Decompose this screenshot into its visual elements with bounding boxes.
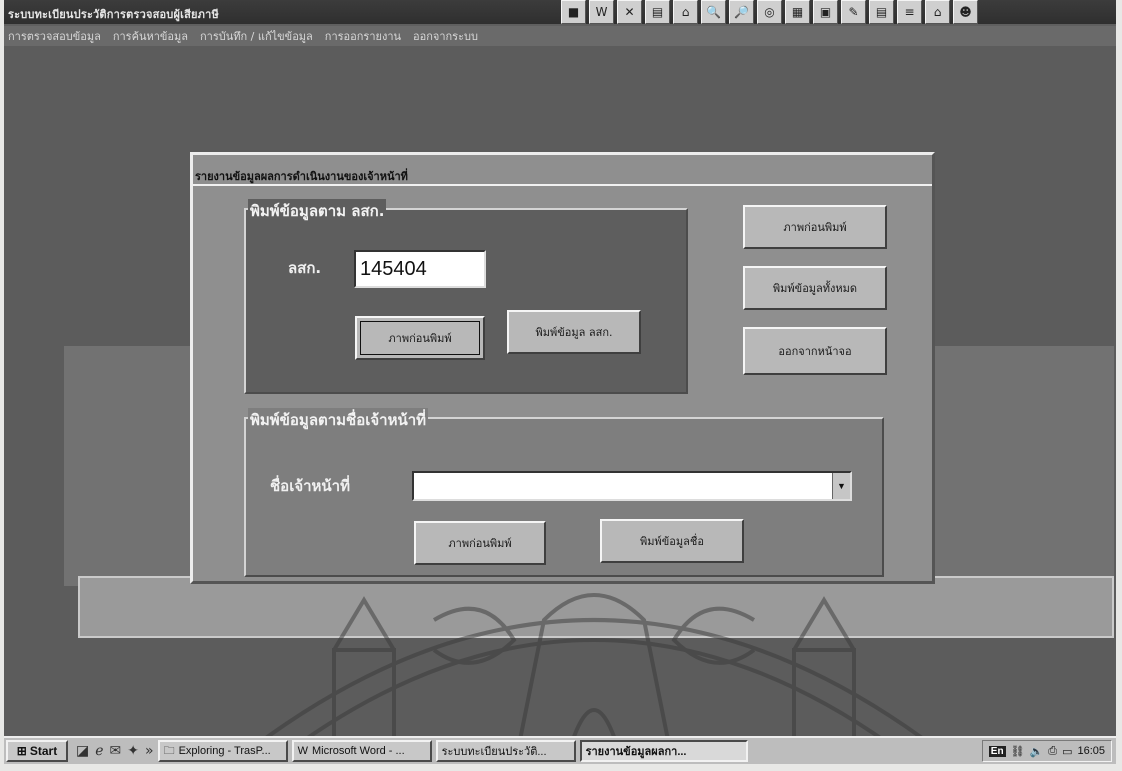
toolbar-report-icon[interactable]: ▣ [813, 0, 838, 24]
menu-item-exit[interactable]: ออกจากระบบ [413, 27, 478, 45]
toolbar-search-icon[interactable]: 🔍 [701, 0, 726, 24]
toolbar-form-icon[interactable]: ▤ [645, 0, 670, 24]
officer-preview-button[interactable]: ภาพก่อนพิมพ์ [414, 521, 546, 565]
toolbar-zoom-icon[interactable]: 🔎 [729, 0, 754, 24]
office-code-input[interactable]: 145404 [354, 250, 486, 288]
clock: 16:05 [1077, 745, 1105, 757]
group-officer-caption: พิมพ์ข้อมูลตามชื่อเจ้าหน้าที่ [248, 408, 429, 432]
group-print-by-officer: พิมพ์ข้อมูลตามชื่อเจ้าหน้าที่ ชื่อเจ้าหน… [244, 408, 884, 577]
menu-item-verify[interactable]: การตรวจสอบข้อมูล [8, 27, 101, 45]
tray-link-icon[interactable]: ⛓ [1011, 745, 1025, 758]
toolbar: ■ W ✕ ▤ ⌂ 🔍 🔎 ◎ ▦ ▣ ✎ ▤ ≡ ⌂ ☻ [561, 0, 978, 26]
toolbar-excel-icon[interactable]: ✕ [617, 0, 642, 24]
network-icon[interactable]: ▭ [1062, 745, 1072, 758]
dialog-title: รายงานข้อมูลผลการดำเนินงานของเจ้าหน้าที่ [195, 170, 408, 183]
toolbar-edit-icon[interactable]: ✎ [841, 0, 866, 24]
task-label: Exploring - TrasP... [178, 745, 271, 757]
system-tray: En ⛓ 🔈 ⎙ ▭ 16:05 [981, 740, 1112, 762]
volume-icon[interactable]: 🔈 [1030, 745, 1044, 758]
outlook-icon[interactable]: ✉ [110, 743, 122, 759]
menu-bar: การตรวจสอบข้อมูล การค้นหาข้อมูล การบันทึ… [4, 26, 1116, 46]
task-label: Microsoft Word - ... [311, 745, 405, 757]
show-desktop-icon[interactable]: ◪ [76, 743, 89, 759]
printer-icon[interactable]: ⎙ [1048, 745, 1057, 758]
office-preview-button[interactable]: ภาพก่อนพิมพ์ [355, 316, 485, 360]
menu-item-record[interactable]: การบันทึก / แก้ไขข้อมูล [200, 27, 313, 45]
task-label: รายงานข้อมูลผลกา... [585, 746, 687, 758]
taskbar: ⊞ Start ◪ ℯ ✉ ✦ » 🗀 Exploring - TrasP...… [4, 736, 1116, 764]
quick-launch: ◪ ℯ ✉ ✦ » [76, 743, 154, 759]
chevron-down-icon[interactable]: ▼ [832, 473, 850, 499]
dialog-title-divider [193, 184, 932, 186]
word-icon: W [297, 745, 308, 757]
language-indicator[interactable]: En [988, 745, 1006, 757]
report-dialog: รายงานข้อมูลผลการดำเนินงานของเจ้าหน้าที่… [190, 152, 935, 584]
task-microsoft-word[interactable]: W Microsoft Word - ... [291, 740, 432, 762]
office-print-button[interactable]: พิมพ์ข้อมูล ลสก. [507, 310, 641, 354]
menu-item-report[interactable]: การออกรายงาน [325, 27, 401, 45]
print-all-button[interactable]: พิมพ์ข้อมูลทั้งหมด [743, 266, 887, 310]
start-label: Start [29, 744, 58, 758]
windows-logo-icon: ⊞ [16, 744, 27, 758]
office-code-label: ลสก. [288, 259, 322, 277]
app-title: ระบบทะเบียนประวัติการตรวจสอบผู้เสียภาษี [8, 8, 219, 21]
task-exploring[interactable]: 🗀 Exploring - TrasP... [157, 740, 288, 762]
officer-print-button[interactable]: พิมพ์ข้อมูลชื่อ [600, 519, 744, 563]
officer-name-combobox[interactable]: ▼ [412, 471, 852, 501]
channels-icon[interactable]: ✦ [127, 743, 139, 759]
toolbar-list-icon[interactable]: ≡ [897, 0, 922, 24]
menu-item-search[interactable]: การค้นหาข้อมูล [113, 27, 188, 45]
task-registry-app[interactable]: ระบบทะเบียนประวัติ... [435, 740, 576, 762]
group-print-by-office: พิมพ์ข้อมูลตาม ลสก. ลสก. 145404 ภาพก่อนพ… [244, 199, 688, 394]
more-quick-launch-icon[interactable]: » [145, 743, 154, 759]
toolbar-table-icon[interactable]: ▦ [785, 0, 810, 24]
exit-screen-button[interactable]: ออกจากหน้าจอ [743, 327, 887, 375]
task-report-dialog[interactable]: รายงานข้อมูลผลกา... [579, 740, 748, 762]
start-button[interactable]: ⊞ Start [6, 740, 68, 762]
toolbar-user-icon[interactable]: ☻ [953, 0, 978, 24]
toolbar-stop-icon[interactable]: ■ [561, 0, 586, 24]
officer-name-label: ชื่อเจ้าหน้าที่ [270, 477, 350, 495]
task-label: ระบบทะเบียนประวัติ... [441, 746, 547, 758]
toolbar-grid-icon[interactable]: ▤ [869, 0, 894, 24]
preview-button[interactable]: ภาพก่อนพิมพ์ [743, 205, 887, 249]
internet-explorer-icon[interactable]: ℯ [95, 743, 103, 759]
toolbar-building-icon[interactable]: ⌂ [925, 0, 950, 24]
group-office-caption: พิมพ์ข้อมูลตาม ลสก. [248, 199, 387, 223]
toolbar-home-icon[interactable]: ⌂ [673, 0, 698, 24]
desktop-screen: ระบบทะเบียนประวัติการตรวจสอบผู้เสียภาษี … [4, 0, 1116, 764]
toolbar-word-icon[interactable]: W [589, 0, 614, 24]
toolbar-globe-icon[interactable]: ◎ [757, 0, 782, 24]
app-title-bar: ระบบทะเบียนประวัติการตรวจสอบผู้เสียภาษี … [4, 0, 1116, 24]
folder-icon: 🗀 [163, 744, 175, 757]
